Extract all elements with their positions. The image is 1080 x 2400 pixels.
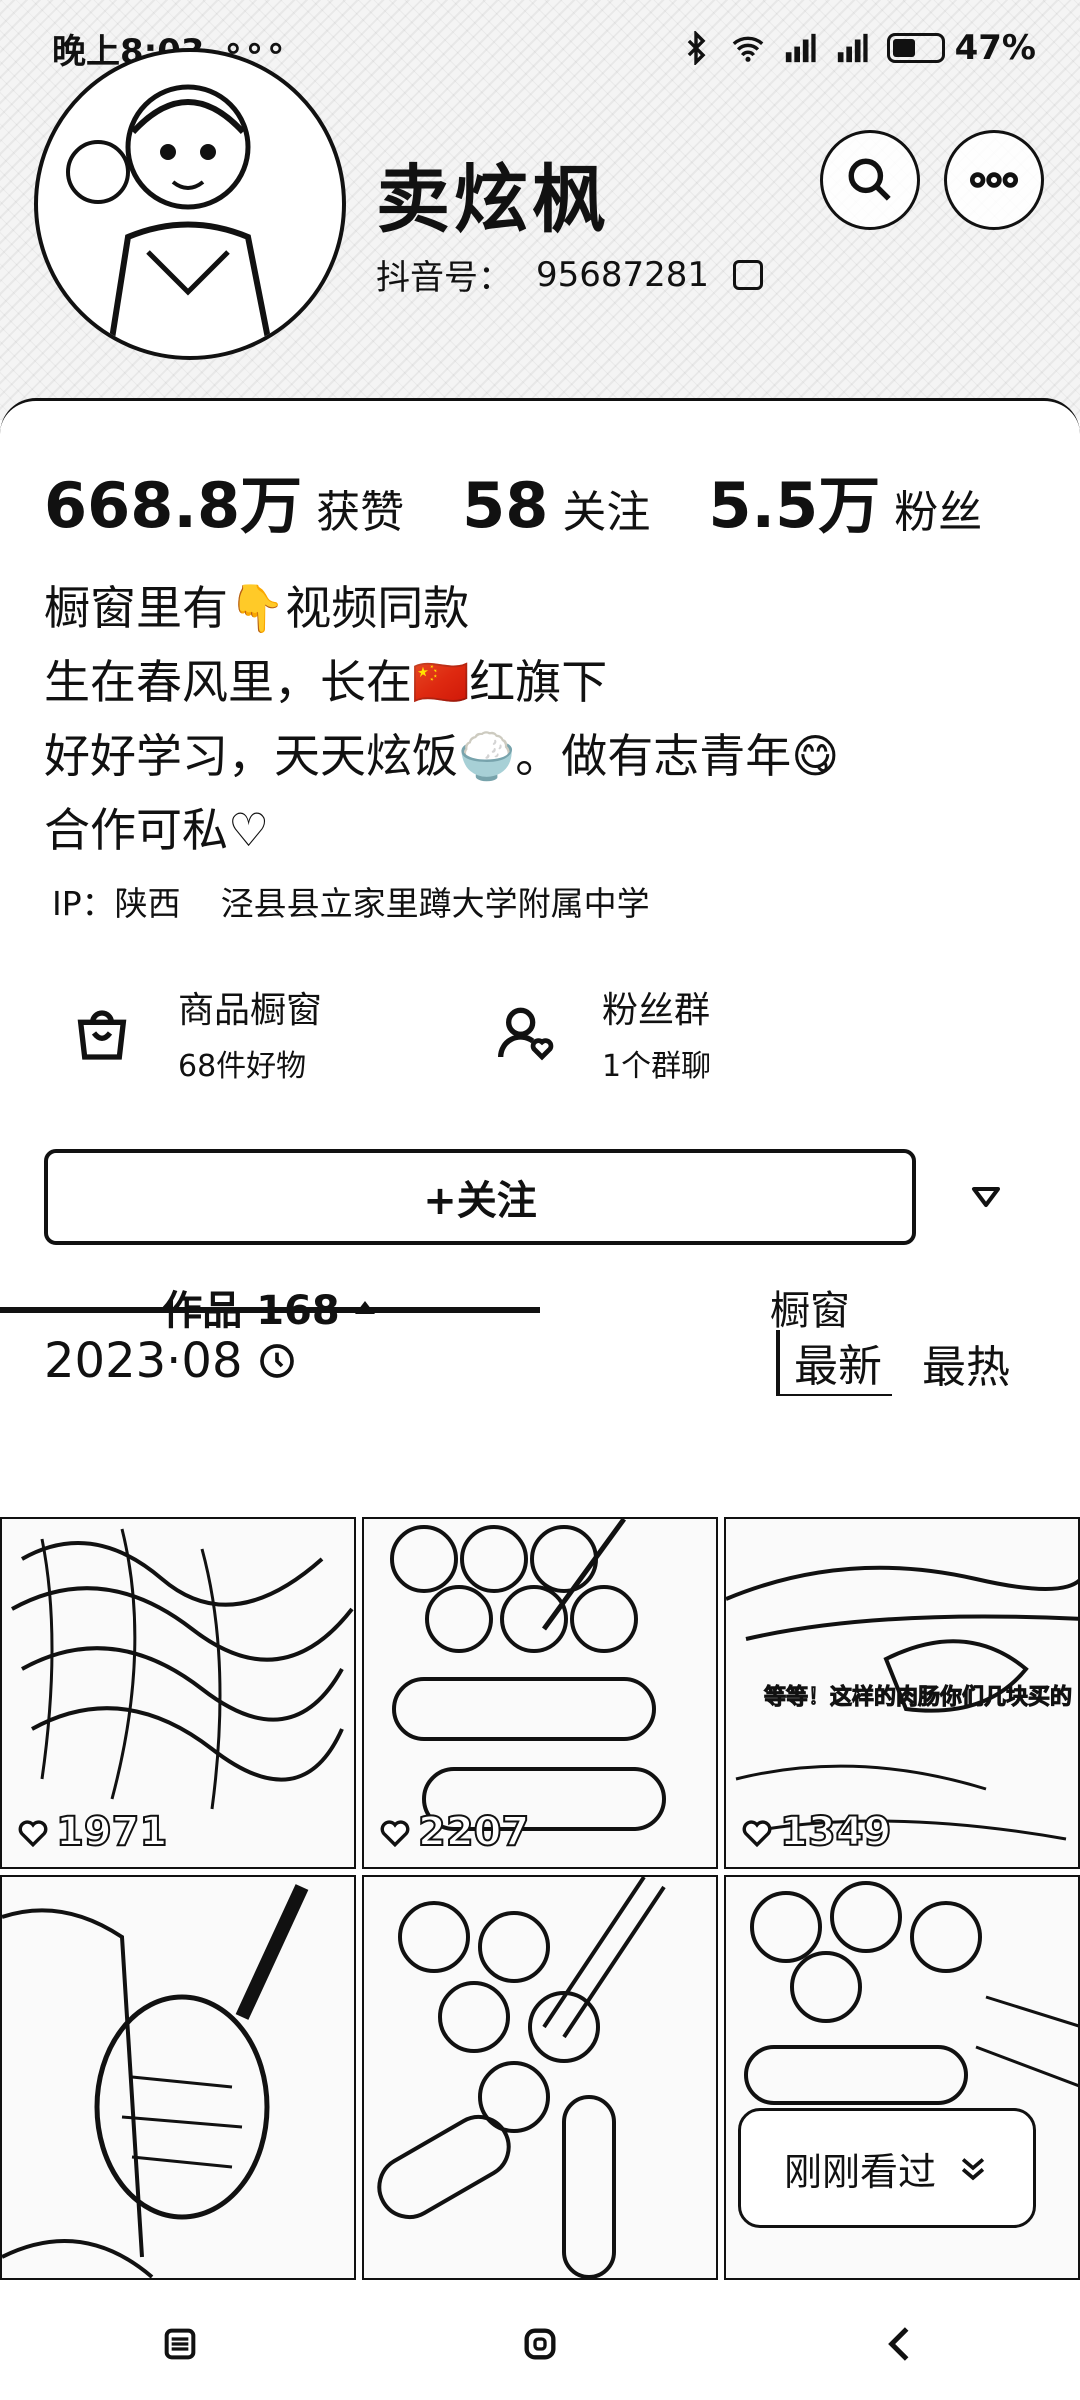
shop-window-entry[interactable]: 商品橱窗 68件好物 [70,981,322,1085]
account-id-label: 抖音号： [376,258,512,298]
video-caption: 等等！这样的肉肠你们几块买的 [763,1685,1072,1711]
battery-indicator: 47% [886,28,1036,68]
fans-group-count: 1个群聊 [602,1049,712,1084]
follow-button[interactable]: +关注 [44,1149,916,1245]
stats-row: 668.8万 获赞 58 关注 5.5万 粉丝 [44,455,1026,545]
shop-window-title: 商品橱窗 [178,990,323,1031]
account-id-value: 95687281 [536,254,710,295]
likes-count: 668.8万 [44,469,303,542]
year-filter[interactable]: 2023·08 [44,1333,297,1389]
more-icon [969,172,1019,188]
like-count: 1971 [16,1808,168,1856]
home-icon [524,2328,556,2360]
double-chevron-down-icon [961,2158,985,2181]
wifi-icon [732,36,763,62]
profile-header: 晚上8:03 ∘∘∘ 47% 卖炫枫 抖音号： 95687281 [0,0,1080,420]
home-button[interactable] [510,2314,570,2374]
copy-icon[interactable] [733,259,764,290]
active-tab-indicator [0,1307,540,1313]
video-tile[interactable]: 2207 [362,1517,718,1869]
dropdown-icon [972,1187,1000,1207]
clock-icon [259,1344,294,1378]
system-nav-bar [0,2288,1080,2400]
avatar-illustration [66,84,275,356]
heart-icon [18,1820,48,1848]
bluetooth-icon [687,31,706,65]
search-button[interactable] [820,130,920,230]
like-count: 2207 [378,1808,530,1856]
username: 卖炫枫 [376,157,610,243]
shop-window-count: 68件好物 [178,1049,307,1084]
ip-location: IP：陕西 泾县县立家里蹲大学附属中学 [52,877,650,925]
meatballs-skewer-thumbnail [377,1877,666,2278]
heart-icon [742,1820,772,1848]
bio-line: 合作可私♡ [44,803,270,857]
year-label: 2023·08 [44,1333,243,1389]
account-id-row[interactable]: 抖音号： 95687281 [376,250,764,299]
recent-apps-button[interactable] [150,2314,210,2374]
like-count: 1349 [740,1808,892,1856]
signal-icon-2 [837,33,868,63]
followers-count[interactable]: 5.5万 [708,455,880,545]
spoon-thumbnail [2,1884,309,2278]
fans-group-title: 粉丝群 [602,990,711,1031]
following-count[interactable]: 58 [462,469,548,542]
video-tile[interactable]: 1971 [0,1517,356,1869]
follow-dropdown-button[interactable] [950,1161,1022,1233]
recently-viewed-button[interactable]: 刚刚看过 [738,2108,1036,2228]
bio: 橱窗里有👇视频同款 生在春风里，长在🇨🇳红旗下 好好学习，天天炫饭🍚。做有志青年… [44,571,839,867]
fans-group-entry[interactable]: 粉丝群 1个群聊 [494,981,711,1085]
video-tile[interactable] [0,1875,356,2280]
bio-line: 好好学习，天天炫饭🍚。做有志青年😋 [44,729,840,783]
bio-line: 橱窗里有👇视频同款 [44,581,470,635]
school-tag[interactable]: 泾县县立家里蹲大学附属中学 [221,877,650,925]
sort-latest[interactable]: 最新 [776,1330,892,1396]
fans-group-icon [498,1007,554,1061]
heart-icon [380,1820,410,1848]
video-tile[interactable] [362,1875,718,2280]
likes-label: 获赞 [316,487,405,538]
sort-hottest[interactable]: 最热 [922,1331,1010,1395]
bio-line: 生在春风里，长在🇨🇳红旗下 [44,655,608,709]
signal-icon [785,33,816,63]
followers-label[interactable]: 粉丝 [894,476,982,540]
back-icon [888,2327,909,2361]
avatar[interactable] [34,48,346,360]
sort-options: 最新 最热 [776,1323,1010,1403]
menu-icon [164,2328,196,2360]
battery-icon [886,33,945,63]
search-icon [848,158,891,201]
ip-label: IP：陕西 [52,884,181,923]
following-label[interactable]: 关注 [562,476,650,540]
more-options-button[interactable] [944,130,1044,230]
video-tile[interactable]: 等等！这样的肉肠你们几块买的 1349 [724,1517,1080,1869]
back-button[interactable] [870,2314,930,2374]
shopping-bag-icon [77,1010,127,1060]
